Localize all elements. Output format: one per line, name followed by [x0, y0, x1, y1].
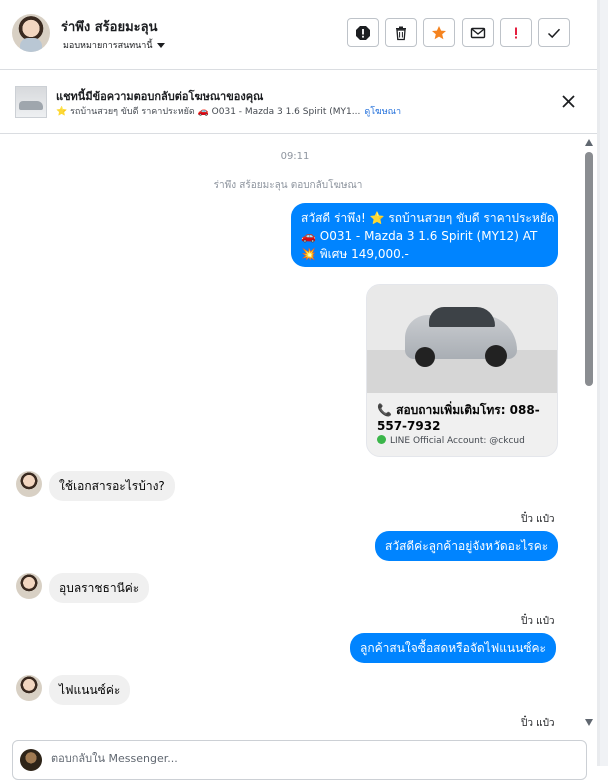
caret-down-icon — [156, 42, 165, 48]
incoming-message-bubble: อุบลราชธานีค่ะ — [49, 573, 150, 603]
ad-text: ⭐ รถบ้านสวยๆ ขับดี ราคาประหยัด 🚗 O031 - … — [56, 107, 361, 117]
car-photo[interactable] — [367, 285, 557, 393]
assign-label: มอบหมายการสนทนานี้ — [63, 41, 153, 51]
exclamation-icon — [515, 27, 517, 38]
assign-conversation-dropdown[interactable]: มอบหมายการสนทนานี้ — [63, 38, 165, 52]
greeting-message-bubble: สวัสดี ร่าพึง! ⭐ รถบ้านสวยๆ ขับดี ราคาปร… — [291, 203, 558, 267]
reply-input[interactable] — [51, 752, 571, 765]
greeting-line-2: 🚗 O031 - Mazda 3 1.6 Spirit (MY12) AT — [301, 229, 538, 243]
contact-avatar-small[interactable] — [16, 573, 42, 599]
conversation-header: ร่าพึง สร้อยมะลุน มอบหมายการสนทนานี้ — [0, 0, 597, 70]
check-icon — [547, 28, 561, 38]
mark-spam-button[interactable] — [347, 18, 379, 47]
flag-button[interactable] — [500, 18, 532, 47]
seen-by-label: ปิ๋ว แป๋ว — [521, 514, 555, 525]
greeting-line-1: สวัสดี ร่าพึง! ⭐ รถบ้านสวยๆ ขับดี ราคาปร… — [301, 211, 555, 225]
outgoing-message-bubble: ลูกค้าสนใจซื้อสดหรือจัดไฟแนนซ์คะ — [350, 633, 556, 663]
close-icon[interactable] — [560, 93, 577, 110]
incoming-message-bubble: ใช้เอกสารอะไรบ้าง? — [49, 471, 175, 501]
outgoing-message-bubble: สวัสดีค่ะลูกค้าอยู่จังหวัดอะไรคะ — [375, 531, 559, 561]
spam-icon — [356, 25, 370, 40]
ad-reply-notice: ร่าพึง สร้อยมะลุน ตอบกลับโฆษณา — [213, 180, 363, 191]
incoming-message-bubble: ไฟแนนซ์ค่ะ — [49, 675, 131, 705]
star-button[interactable] — [423, 18, 455, 47]
contact-avatar[interactable] — [12, 14, 50, 52]
greeting-line-3: 💥 พิเศษ 149,000.- — [301, 247, 409, 261]
trash-icon — [396, 26, 406, 40]
mark-unread-button[interactable] — [462, 18, 494, 47]
message-timestamp: 09:11 — [280, 151, 310, 162]
seen-by-label: ปิ๋ว แป๋ว — [521, 718, 555, 729]
line-account-text: LINE Official Account: @ckcud — [390, 436, 525, 446]
message-composer[interactable] — [12, 740, 587, 780]
ad-reply-banner: แชทนี้มีข้อความตอบกลับต่อโฆษณาของคุณ ⭐ ร… — [0, 70, 597, 134]
ad-thumbnail[interactable] — [15, 86, 47, 118]
delete-button[interactable] — [385, 18, 417, 47]
mark-done-button[interactable] — [538, 18, 570, 47]
page-avatar — [20, 749, 42, 771]
ad-banner-title: แชทนี้มีข้อความตอบกลับต่อโฆษณาของคุณ — [56, 90, 264, 103]
card-contact-text: 📞 สอบถามเพิ่มเติมโทร: 088-557-7932 — [377, 403, 540, 433]
contact-name[interactable]: ร่าพึง สร้อยมะลุน — [61, 16, 157, 37]
window-edge — [597, 0, 608, 766]
mail-icon — [470, 27, 486, 38]
scroll-down-arrow-icon[interactable] — [585, 719, 593, 726]
contact-avatar-small[interactable] — [16, 675, 42, 701]
scroll-up-arrow-icon[interactable] — [585, 139, 593, 146]
seen-by-label: ปิ๋ว แป๋ว — [521, 616, 555, 627]
scrollbar-thumb[interactable] — [585, 152, 593, 386]
view-ad-link[interactable]: ดูโฆษณา — [364, 107, 401, 117]
card-line-account: LINE Official Account: @ckcud — [377, 435, 525, 446]
star-icon — [432, 25, 446, 39]
contact-avatar-small[interactable] — [16, 471, 42, 497]
line-icon — [377, 435, 386, 444]
car-image-card[interactable]: 📞 สอบถามเพิ่มเติมโทร: 088-557-7932 LINE … — [366, 284, 558, 457]
ad-description: ⭐ รถบ้านสวยๆ ขับดี ราคาประหยัด 🚗 O031 - … — [56, 104, 401, 118]
